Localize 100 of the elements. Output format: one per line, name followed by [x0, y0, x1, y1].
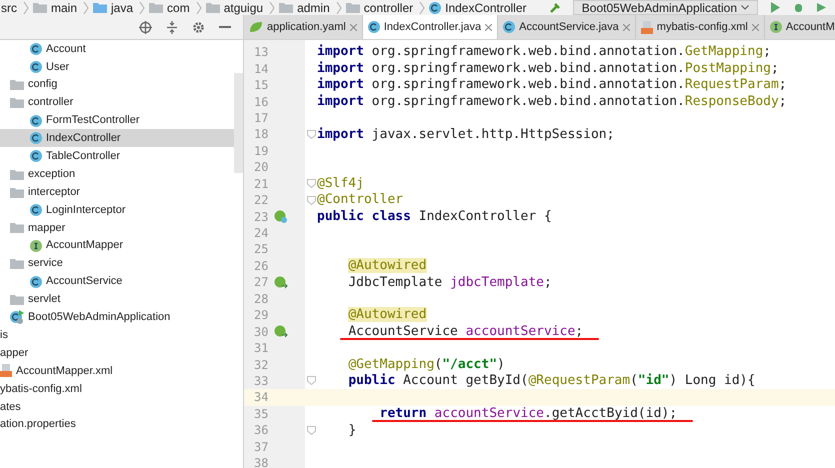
- run-config-label: Boot05WebAdminApplication: [582, 0, 737, 15]
- tree-item[interactable]: IndexController: [0, 129, 234, 148]
- tree-item[interactable]: service: [0, 254, 234, 273]
- code-line: public Account getById(@RequestParam("id") Long id){: [347, 372, 756, 390]
- breadcrumb-item[interactable]: java: [111, 0, 134, 15]
- class-icon: [30, 132, 42, 144]
- code-line: }: [347, 422, 356, 440]
- editor-tab[interactable]: application.yaml: [244, 15, 363, 39]
- tree-item[interactable]: mapper: [0, 218, 234, 237]
- line-number: 34: [253, 389, 270, 406]
- line-number: 33: [253, 372, 270, 390]
- fold-icon[interactable]: [306, 426, 316, 435]
- folder-icon: [10, 222, 24, 234]
- collapse-icon[interactable]: [166, 20, 178, 34]
- line-number: 19: [253, 142, 270, 160]
- close-icon[interactable]: [350, 24, 357, 30]
- fold-icon[interactable]: [306, 196, 316, 205]
- tree-item[interactable]: exception: [0, 165, 234, 184]
- line-number: 31: [253, 340, 270, 358]
- run-icon[interactable]: [770, 2, 781, 13]
- tree-item[interactable]: servlet: [0, 290, 234, 308]
- tree-item[interactable]: ates: [0, 398, 234, 416]
- run-config-dropdown[interactable]: Boot05WebAdminApplication: [572, 0, 758, 15]
- chevron-icon: [419, 2, 426, 14]
- close-icon[interactable]: [752, 24, 759, 30]
- tree-item[interactable]: ation.properties: [0, 416, 234, 434]
- close-icon[interactable]: [485, 24, 492, 30]
- tree-item[interactable]: ybatis-config.xml: [0, 380, 234, 398]
- breadcrumb-item[interactable]: src: [1, 0, 17, 15]
- editor-tab[interactable]: mybatis-config.xml: [636, 15, 765, 39]
- tree-item[interactable]: AccountMapper.xml: [0, 362, 234, 380]
- line-number: 17: [253, 110, 270, 127]
- leaf-icon: [249, 21, 263, 33]
- scrollbar-thumb[interactable]: [234, 73, 243, 173]
- settings-icon[interactable]: [192, 20, 205, 34]
- breadcrumb-item[interactable]: com: [167, 0, 190, 15]
- line-number: 24: [253, 225, 270, 242]
- tree-item[interactable]: Account: [0, 40, 234, 58]
- breadcrumb-item[interactable]: atguigu: [224, 0, 264, 15]
- class-icon: [30, 42, 42, 55]
- fold-icon[interactable]: [306, 376, 316, 386]
- fold-icon[interactable]: [306, 179, 316, 188]
- code-line: import org.springframework.web.bind.annotation.GetMapping;: [317, 43, 771, 61]
- editor-tab[interactable]: IndexController.java: [362, 15, 498, 39]
- application-class-icon: [10, 310, 24, 324]
- line-number: 27: [253, 274, 270, 292]
- interface-icon: [770, 21, 782, 33]
- line-number: 37: [253, 438, 270, 456]
- line-number: 13: [253, 44, 270, 62]
- xml-file-icon: [640, 20, 653, 34]
- breadcrumb-item[interactable]: IndexController: [445, 0, 526, 15]
- hammer-icon[interactable]: [548, 2, 561, 14]
- line-number: 20: [253, 159, 270, 176]
- breadcrumb-item[interactable]: controller: [364, 0, 414, 15]
- folder-icon: [10, 294, 24, 305]
- tree-item[interactable]: Boot05WebAdminApplication: [0, 308, 234, 326]
- fold-icon[interactable]: [306, 130, 316, 139]
- tree-item[interactable]: LoginInterceptor: [0, 201, 234, 219]
- class-icon: [30, 276, 42, 288]
- code-line: return accountService.getAcctByid(id);: [378, 405, 678, 424]
- close-icon[interactable]: [622, 24, 630, 30]
- chevron-icon: [336, 2, 342, 14]
- code-line: import javax.servlet.http.HttpSession;: [317, 126, 614, 144]
- editor-tab[interactable]: AccountM: [764, 15, 835, 39]
- line-number: 14: [253, 60, 270, 78]
- line-number: 21: [253, 176, 270, 193]
- code-line: import org.springframework.web.bind.annotation.PostMapping;: [317, 60, 779, 77]
- folder-icon: [10, 258, 24, 270]
- tree-item[interactable]: apper: [0, 344, 234, 362]
- line-number: 29: [253, 307, 270, 324]
- interface-icon: [30, 240, 42, 252]
- code-line: @GetMapping("/acct"): [347, 356, 505, 373]
- tree-item[interactable]: interceptor: [0, 183, 234, 202]
- line-number: 18: [253, 126, 270, 144]
- tree-item[interactable]: FormTestController: [0, 112, 234, 130]
- tree-item[interactable]: AccountService: [0, 272, 234, 290]
- tree-item[interactable]: config: [0, 76, 234, 94]
- code-line: @Controller: [317, 191, 404, 209]
- tree-item[interactable]: is: [0, 326, 234, 344]
- class-icon: [30, 204, 42, 216]
- tree-item[interactable]: AccountMapper: [0, 236, 234, 255]
- code-line: @Slf4j: [317, 174, 364, 193]
- code-line: import org.springframework.web.bind.annotation.RequestParam;: [317, 76, 787, 94]
- tree-item[interactable]: controller: [0, 94, 234, 112]
- chevron-icon: [139, 2, 146, 14]
- crosshair-icon[interactable]: [139, 20, 152, 34]
- line-number: 30: [253, 324, 270, 341]
- folder-icon: [279, 2, 294, 13]
- chevron-icon: [23, 2, 29, 14]
- tree-item[interactable]: TableController: [0, 147, 234, 166]
- folder-icon: [10, 79, 24, 90]
- breadcrumb-item[interactable]: admin: [297, 0, 330, 15]
- breadcrumb-item[interactable]: main: [51, 0, 78, 15]
- editor-tab[interactable]: AccountService.java: [498, 15, 636, 39]
- line-number: 36: [253, 422, 270, 440]
- folder-icon: [346, 2, 360, 13]
- line-number: 15: [253, 77, 270, 94]
- tree-item[interactable]: User: [0, 58, 234, 76]
- line-number: 32: [253, 356, 270, 374]
- code-line: AccountService accountService;: [347, 322, 584, 341]
